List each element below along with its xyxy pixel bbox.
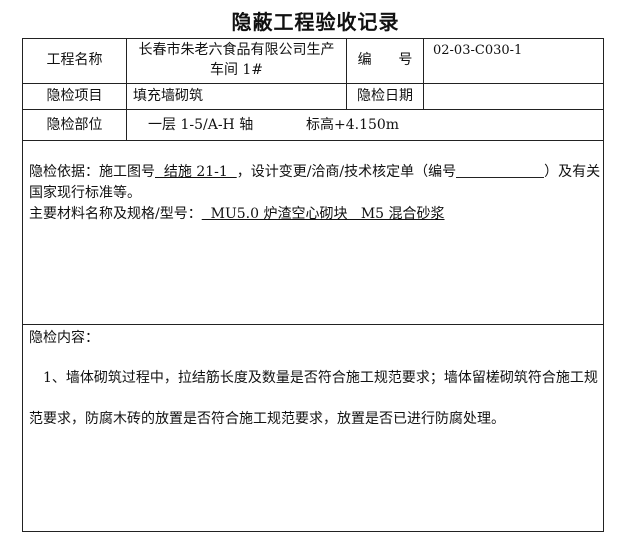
number-label: 编 号	[357, 52, 413, 68]
inspection-location-value: 一层 1-5/A-H 轴	[148, 117, 254, 133]
basis-line: 隐检依据：施工图号 结施 21-1 ，设计变更/洽商/技术核定单（编号 ）及有关	[29, 163, 601, 182]
drawing-number: 结施 21-1	[155, 164, 237, 180]
basis-line-2: 国家现行标准等。	[29, 185, 141, 201]
content-item-1-line-2: 范要求，防腐木砖的放置是否符合施工规范要求，放置是否已进行防腐处理。	[29, 411, 505, 427]
inspection-location-label: 隐检部位	[46, 117, 103, 133]
project-name-value-line1: 长春市朱老六食品有限公司生产	[138, 42, 335, 58]
inspection-date-label: 隐检日期	[357, 88, 413, 104]
content-label: 隐检内容：	[29, 330, 99, 346]
row-divider	[23, 109, 603, 110]
row-divider	[23, 324, 603, 325]
number-value: 02-03-C030-1	[433, 43, 523, 58]
row-divider	[23, 83, 603, 84]
row-divider	[23, 140, 603, 141]
inspection-item-value: 填充墙砌筑	[133, 88, 203, 104]
inspection-item-label: 隐检项目	[46, 88, 103, 104]
content-item-1-line-1: 1、墙体砌筑过程中，拉结筋长度及数量是否符合施工规范要求；墙体留槎砌筑符合施工规	[43, 370, 598, 386]
project-name-label: 工程名称	[46, 52, 103, 68]
materials-value: MU5.0 炉渣空心砌块 M5 混合砂浆	[201, 206, 445, 222]
inspection-record-table: 工程名称 长春市朱老六食品有限公司生产 车间 1# 编 号 02-03-C030…	[22, 38, 604, 532]
basis-suffix: ）及有关	[544, 164, 601, 180]
basis-prefix: 隐检依据：施工图号	[29, 164, 155, 180]
materials-line: 主要材料名称及规格/型号： MU5.0 炉渣空心砌块 M5 混合砂浆	[29, 205, 601, 224]
basis-middle: ，设计变更/洽商/技术核定单（编号	[236, 164, 457, 180]
materials-prefix: 主要材料名称及规格/型号：	[29, 206, 202, 222]
column-divider	[423, 39, 424, 109]
elevation-text: 标高+4.150m	[306, 117, 400, 133]
project-name-value-line2: 车间 1#	[209, 62, 264, 78]
document-title: 隐蔽工程验收记录	[231, 10, 400, 34]
change-number-blank	[456, 163, 545, 178]
